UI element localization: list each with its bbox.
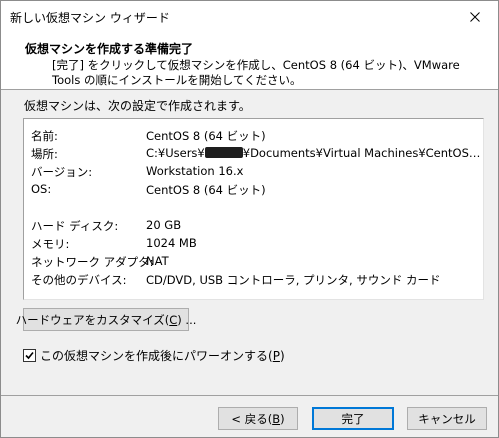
page-title: 仮想マシンを作成する準備完了 [25,42,194,56]
summary-label: ハード ディスク: [31,219,119,233]
path-suffix: ¥Documents¥Virtual Machines¥CentOS 8 (… [242,146,481,160]
summary-value: CentOS 8 (64 ビット) [146,183,266,197]
back-button[interactable]: < 戻る(B) [218,407,298,430]
power-on-checkbox[interactable] [23,348,36,362]
summary-intro: 仮想マシンは、次の設定で作成されます。 [24,99,251,113]
wizard-header: 仮想マシンを作成する準備完了 [完了] をクリックして仮想マシンを作成し、Cen… [1,32,498,90]
summary-value: C:¥Users¥ ¥Documents¥Virtual Machines¥Cen… [146,146,481,160]
customize-hardware-button[interactable]: ハードウェアをカスタマイズ(C) ... [16,308,196,331]
power-on-option[interactable]: この仮想マシンを作成後にパワーオンする(P) [23,347,285,363]
window-title: 新しい仮想マシン ウィザード [10,11,170,25]
summary-row-os: OS: CentOS 8 (64 ビット) [31,182,481,199]
checkmark-icon [25,351,34,359]
summary-label: OS: [31,182,52,196]
summary-value: 20 GB [146,218,182,232]
settings-summary[interactable]: 名前: CentOS 8 (64 ビット) 場所: C:¥Users¥ ¥Docu… [23,118,484,300]
summary-label: その他のデバイス: [31,273,127,287]
summary-row-name: 名前: CentOS 8 (64 ビット) [31,128,481,145]
wizard-window: 新しい仮想マシン ウィザード 仮想マシンを作成する準備完了 [完了] をクリック… [0,0,499,438]
footer-separator [1,395,498,396]
summary-row-network: ネットワーク アダプタ: NAT [31,254,481,271]
summary-label: ネットワーク アダプタ: [31,255,154,269]
title-bar[interactable]: 新しい仮想マシン ウィザード [1,1,498,32]
summary-row-memory: メモリ: 1024 MB [31,236,481,253]
summary-label: 場所: [31,147,58,161]
summary-value: 1024 MB [146,236,197,250]
summary-label: メモリ: [31,237,70,251]
summary-row-version: バージョン: Workstation 16.x [31,164,481,181]
cancel-button[interactable]: キャンセル [407,407,487,430]
summary-row-hard-disk: ハード ディスク: 20 GB [31,218,481,235]
summary-value: CD/DVD, USB コントローラ, プリンタ, サウンド カード [146,273,441,287]
finish-button[interactable]: 完了 [312,407,394,430]
page-description: [完了] をクリックして仮想マシンを作成し、CentOS 8 (64 ビット)、… [52,58,460,87]
summary-value: NAT [146,254,169,268]
summary-value: Workstation 16.x [146,164,244,178]
close-icon [470,11,480,22]
summary-value: CentOS 8 (64 ビット) [146,129,266,143]
close-button[interactable] [452,1,498,32]
summary-label: 名前: [31,129,58,143]
summary-label: バージョン: [31,165,93,179]
redacted-username [204,147,243,158]
power-on-label: この仮想マシンを作成後にパワーオンする(P) [40,348,285,363]
summary-row-other-devices: その他のデバイス: CD/DVD, USB コントローラ, プリンタ, サウンド… [31,272,481,289]
summary-row-location: 場所: C:¥Users¥ ¥Documents¥Virtual Machines… [31,146,481,163]
path-prefix: C:¥Users¥ [146,146,205,160]
